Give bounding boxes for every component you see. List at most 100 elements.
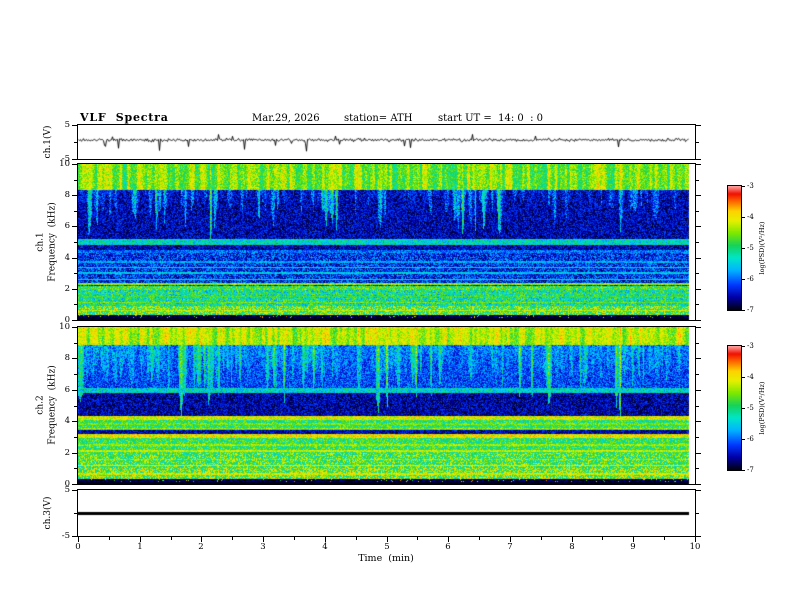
x-tick-label: 3 [260,542,266,552]
colorbar-tick-label: -3 [747,182,754,190]
tick-mark [74,142,77,143]
tick-mark [696,536,701,537]
tick-mark [696,289,701,290]
x-tick-label: 10 [689,542,701,552]
tick-mark [74,406,77,407]
tick-mark [696,273,699,274]
tick-mark [479,537,480,540]
y-tick-label: 4 [64,253,70,263]
tick-mark [742,439,745,440]
ch1-spectrogram [77,163,696,321]
tick-mark [109,537,110,540]
ch1-frequency-axis-label: ch.1 Frequency (kHz) [35,202,58,281]
tick-mark [232,537,233,540]
x-tick-label: 4 [322,542,328,552]
station-label: station= ATH [344,113,413,124]
tick-mark [74,468,77,469]
tick-mark [696,125,701,126]
colorbar-tick-label: -4 [747,373,754,381]
ch1-waveform-plot [77,124,696,160]
colorbar-tick-label: -7 [747,306,754,314]
ch2-axis-channel: ch.2 [35,395,46,415]
tick-mark [72,453,77,454]
tick-mark [74,343,77,344]
colorbar-tick-label: -5 [747,404,754,412]
x-tick-label: 5 [384,542,390,552]
tick-mark [72,358,77,359]
tick-mark [696,421,701,422]
tick-mark [72,390,77,391]
y-tick-label: 4 [64,416,70,426]
tick-mark [696,513,699,514]
tick-mark [696,180,699,181]
tick-mark [742,377,745,378]
start-ut-label: start UT = 14: 0 : 0 [438,113,544,124]
plot-title: VLF Spectra [80,111,169,124]
tick-mark [72,421,77,422]
tick-mark [696,164,701,165]
ch1-voltage-axis-label: ch.1(V) [43,125,54,159]
tick-mark [742,217,745,218]
tick-mark [356,537,357,540]
colorbar-tick-label: -5 [747,244,754,252]
ch1-axis-channel: ch.1 [35,232,46,252]
tick-mark [742,279,745,280]
y-tick-label: 10 [59,159,70,169]
x-tick-label: 9 [630,542,636,552]
tick-mark [664,537,665,540]
tick-mark [74,437,77,438]
tick-mark [696,226,701,227]
tick-mark [696,211,699,212]
tick-mark [171,537,172,540]
vlf-spectra-plot-page: VLF Spectra Mar.29, 2026 station= ATH st… [0,0,792,612]
ch1-axis-unit: Frequency (kHz) [47,202,57,282]
colorbar-tick-label: -6 [747,435,754,443]
tick-mark [74,211,77,212]
tick-mark [72,159,77,160]
tick-mark [742,408,745,409]
tick-mark [294,537,295,540]
tick-mark [696,159,701,160]
colorbar-tick-label: -7 [747,466,754,474]
colorbar-tick-label: -6 [747,275,754,283]
y-tick-label: -5 [61,531,70,541]
y-tick-label: 2 [64,284,70,294]
colorbar-tick-label: -4 [747,213,754,221]
tick-mark [742,470,745,471]
tick-mark [696,142,699,143]
tick-mark [696,374,699,375]
tick-mark [696,327,701,328]
x-tick-label: 1 [137,542,143,552]
tick-mark [696,490,701,491]
tick-mark [696,320,701,321]
y-tick-label: 5 [64,485,70,495]
tick-mark [696,304,699,305]
tick-mark [696,484,701,485]
y-tick-label: 8 [64,353,70,363]
ch2-spectrogram [77,326,696,485]
x-tick-label: 0 [75,542,81,552]
ch3-voltage-axis-label: ch.3(V) [43,496,54,530]
colorbar-ch2 [727,345,742,471]
tick-mark [742,186,745,187]
tick-mark [696,468,699,469]
tick-mark [742,346,745,347]
tick-mark [696,358,701,359]
tick-mark [72,490,77,491]
tick-mark [696,390,701,391]
tick-mark [74,180,77,181]
x-tick-label: 7 [507,542,513,552]
tick-mark [696,453,701,454]
y-tick-label: 5 [64,120,70,130]
tick-mark [72,327,77,328]
tick-mark [74,242,77,243]
tick-mark [742,310,745,311]
tick-mark [72,226,77,227]
tick-mark [541,537,542,540]
colorbar-ch1 [727,185,742,311]
ch2-axis-unit: Frequency (kHz) [47,365,57,445]
tick-mark [74,304,77,305]
tick-mark [72,484,77,485]
tick-mark [72,125,77,126]
x-tick-label: 2 [198,542,204,552]
